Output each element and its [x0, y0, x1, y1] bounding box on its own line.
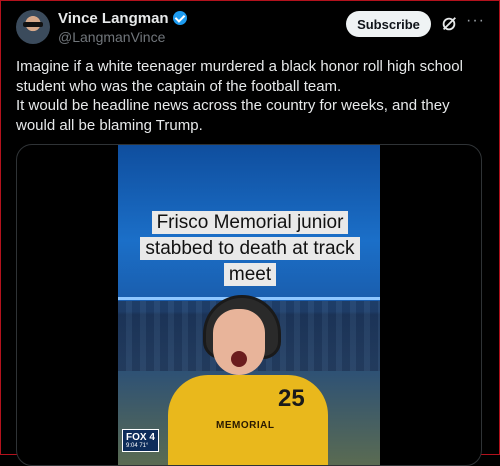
grok-icon[interactable]	[440, 15, 458, 33]
channel-logo-text: FOX 4	[126, 432, 155, 443]
channel-logo: FOX 4 9:04 71°	[122, 429, 159, 452]
tweet-text: Imagine if a white teenager murdered a b…	[16, 58, 463, 134]
football-player-image: MEMORIAL 25	[168, 295, 328, 465]
author-handle[interactable]: @LangmanVince	[58, 29, 165, 45]
author-name-text: Vince Langman	[58, 10, 169, 27]
author-avatar[interactable]	[16, 10, 50, 44]
news-caption-text: Frisco Memorial junior stabbed to death …	[140, 211, 360, 286]
jersey-text: MEMORIAL	[216, 420, 275, 431]
more-options-icon[interactable]: ···	[466, 12, 485, 30]
verified-badge-icon	[172, 11, 187, 25]
channel-time: 9:04 71°	[126, 443, 149, 449]
subscribe-button[interactable]: Subscribe	[346, 11, 431, 37]
video-frame[interactable]: Frisco Memorial junior stabbed to death …	[118, 145, 380, 465]
player-mouth	[231, 351, 247, 367]
jersey-number: 25	[278, 385, 305, 412]
tweet-video[interactable]: Frisco Memorial junior stabbed to death …	[16, 144, 482, 466]
news-caption: Frisco Memorial junior stabbed to death …	[136, 210, 364, 288]
author-name[interactable]: Vince Langman	[58, 10, 187, 27]
